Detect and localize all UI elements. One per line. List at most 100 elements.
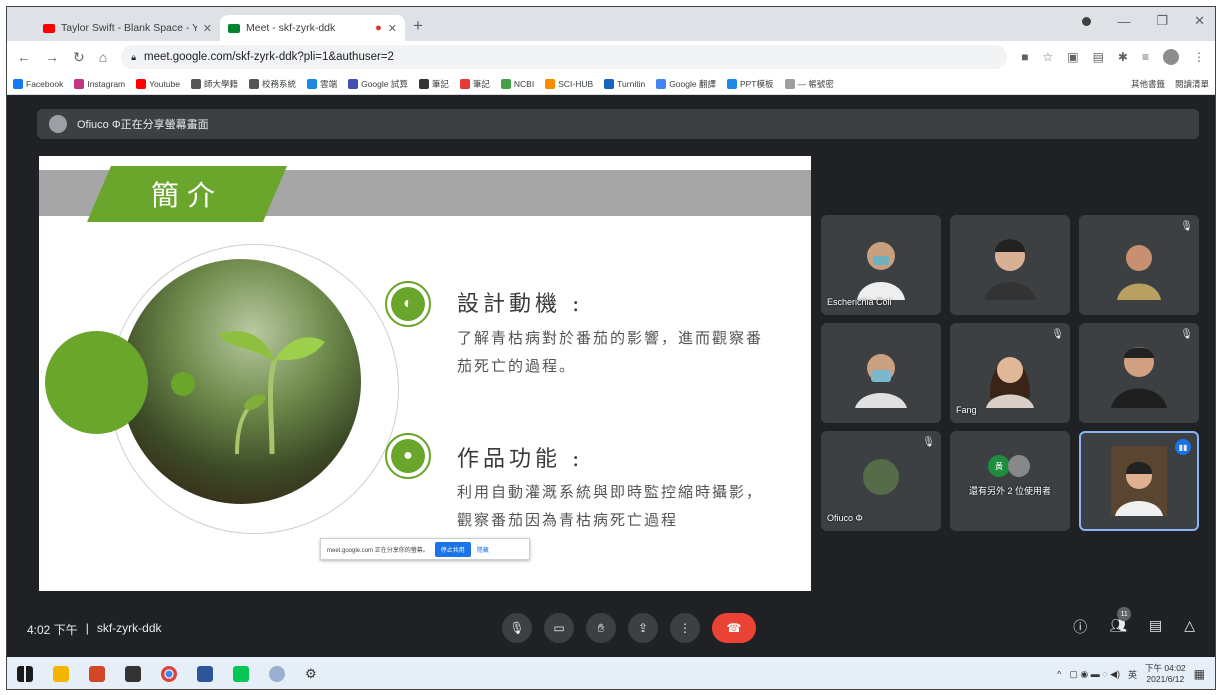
mic-off-icon: 🎙︎ xyxy=(1180,329,1193,340)
participant-avatar xyxy=(863,459,899,495)
participant-tile[interactable]: 黃 還有另外 2 位使用者 xyxy=(950,431,1070,531)
notification-icon[interactable]: ▦ xyxy=(1194,667,1205,681)
participant-tile[interactable]: 🎙︎ Fang xyxy=(950,323,1070,423)
bookmark-icon xyxy=(249,78,260,89)
close-window-button[interactable]: ✕ xyxy=(1194,13,1205,29)
file-explorer-icon[interactable] xyxy=(53,666,69,682)
address-bar: ← → ↻ ⌂ 🔒︎ meet.google.com/skf-zyrk-ddk?… xyxy=(7,41,1215,73)
tab-youtube[interactable]: Taylor Swift - Blank Space - Yo ✕ xyxy=(35,15,220,41)
profile-avatar[interactable] xyxy=(1163,49,1179,65)
chrome-icon[interactable] xyxy=(161,666,177,682)
extension-icon[interactable]: ▤ xyxy=(1093,50,1104,64)
bookmark-item[interactable]: Turnitin xyxy=(604,78,645,89)
bookmark-item[interactable]: 校務系統 xyxy=(249,78,296,90)
reading-list-icon[interactable]: ≡ xyxy=(1142,50,1149,64)
presenter-text: Ofiuco Φ正在分享螢幕畫面 xyxy=(77,119,209,131)
url-field[interactable]: 🔒︎ meet.google.com/skf-zyrk-ddk?pli=1&au… xyxy=(121,45,1008,69)
star-icon[interactable]: ☆ xyxy=(1042,50,1053,64)
bookmark-item[interactable]: PPT模板 xyxy=(726,78,774,90)
leave-call-button[interactable]: ☎︎ xyxy=(712,613,756,643)
paint-icon[interactable] xyxy=(269,666,285,682)
participant-tile-self[interactable]: ▮▮ xyxy=(1079,431,1199,531)
people-button[interactable]: 11 👥︎ xyxy=(1109,607,1132,637)
bookmark-label: 筆記 xyxy=(431,78,449,89)
screen-share-notice: meet.google.com 正在分享你的螢幕。 停止共用 隱藏 xyxy=(320,538,530,560)
bookmark-item[interactable]: NCBI xyxy=(500,78,534,89)
line-icon[interactable] xyxy=(233,666,249,682)
app-icon[interactable] xyxy=(125,666,141,682)
activities-icon[interactable]: △ xyxy=(1184,617,1195,637)
back-icon[interactable]: ← xyxy=(17,49,31,65)
bookmark-item[interactable]: 師大學籍 xyxy=(191,78,238,90)
reload-icon[interactable]: ↻ xyxy=(73,49,85,66)
bookmark-item[interactable]: — 帳號密 xyxy=(784,78,834,90)
bookmark-item[interactable]: 筆記 xyxy=(459,78,490,90)
new-tab-button[interactable]: + xyxy=(413,16,423,36)
record-icon[interactable] xyxy=(1082,16,1092,26)
bookmark-icon xyxy=(74,78,85,89)
word-icon[interactable] xyxy=(197,666,213,682)
bookmark-icon xyxy=(656,78,667,89)
bookmark-label: Youtube xyxy=(149,78,181,89)
bookmark-item[interactable]: 雲端 xyxy=(307,78,337,90)
settings-icon[interactable]: ⚙︎ xyxy=(305,666,321,682)
stop-sharing-button[interactable]: 停止共用 xyxy=(434,541,471,557)
close-icon[interactable]: ✕ xyxy=(388,22,397,35)
camera-button[interactable]: ▭ xyxy=(544,613,574,643)
info-icon[interactable]: ⓘ xyxy=(1073,617,1087,637)
section2-heading: 作品功能 : xyxy=(457,447,584,472)
lock-icon: 🔒︎ xyxy=(131,51,136,62)
participant-tile[interactable]: 🎙︎ xyxy=(1079,323,1199,423)
participant-video xyxy=(986,357,1034,408)
participant-tile[interactable]: Escherichia Coli xyxy=(821,215,941,315)
chevron-up-icon[interactable]: ^ xyxy=(1057,669,1061,679)
bookmark-label: — 帳號密 xyxy=(797,78,834,89)
extension-icon[interactable]: ▣ xyxy=(1067,50,1078,64)
raise-hand-button[interactable]: ✋︎ xyxy=(586,613,616,643)
powerpoint-icon[interactable] xyxy=(89,666,105,682)
bookmark-item[interactable]: Facebook xyxy=(13,78,63,89)
chat-icon[interactable]: ▤ xyxy=(1149,617,1162,637)
window-controls: — ❐ ✕ xyxy=(1082,13,1205,29)
clock[interactable]: 下午 04:02 2021/6/12 xyxy=(1145,663,1186,685)
bookmark-folder[interactable]: 其他書籤 xyxy=(1131,78,1165,90)
minimize-button[interactable]: — xyxy=(1117,14,1130,29)
ime-indicator[interactable]: 英 xyxy=(1128,668,1137,681)
forward-icon[interactable]: → xyxy=(45,49,59,65)
participant-name: Ofiuco Φ xyxy=(827,513,863,523)
bookmark-icon xyxy=(307,78,318,89)
hide-button[interactable]: 隱藏 xyxy=(477,545,489,554)
separator: | xyxy=(85,620,89,635)
participant-tile[interactable]: 🎙︎ Ofiuco Φ xyxy=(821,431,941,531)
microphone-button[interactable]: 🎙︎ xyxy=(502,613,532,643)
restore-button[interactable]: ❐ xyxy=(1156,13,1168,29)
bookmark-item[interactable]: Youtube xyxy=(136,78,181,89)
bookmark-icon xyxy=(136,78,147,89)
close-icon[interactable]: ✕ xyxy=(203,22,212,35)
bookmark-item[interactable]: 筆記 xyxy=(418,78,449,90)
lemon-icon: ◐ xyxy=(385,281,431,327)
more-options-button[interactable]: ⋮ xyxy=(670,613,700,643)
tab-meet[interactable]: Meet - skf-zyrk-ddk ● ✕ xyxy=(220,15,405,41)
puzzle-icon[interactable]: ✱ xyxy=(1118,50,1128,64)
bookmark-item[interactable]: Google 試算 xyxy=(348,78,408,90)
bookmark-item[interactable]: Instagram xyxy=(74,78,125,89)
bookmark-label: 校務系統 xyxy=(262,78,297,89)
participant-avatar: 黃 xyxy=(988,455,1010,477)
bookmark-item[interactable]: Google 翻譯 xyxy=(656,78,716,90)
bookmark-folder[interactable]: 閱讀清單 xyxy=(1175,78,1209,90)
camera-icon[interactable]: ■ xyxy=(1021,50,1028,64)
youtube-icon xyxy=(43,23,55,33)
menu-icon[interactable]: ⋮ xyxy=(1193,50,1205,64)
participant-tile[interactable] xyxy=(950,215,1070,315)
participant-tile[interactable]: 🎙︎ xyxy=(1079,215,1199,315)
bookmark-item[interactable]: SCI-HUB xyxy=(545,78,593,89)
participant-tile[interactable] xyxy=(821,323,941,423)
sprout-icon xyxy=(219,331,325,454)
mic-off-icon: 🎙︎ xyxy=(1051,329,1064,340)
home-icon[interactable]: ⌂ xyxy=(99,49,107,65)
present-button[interactable]: ⇪ xyxy=(628,613,658,643)
participant-video xyxy=(1111,347,1167,408)
system-tray: ^ ▢ ◉ ▬ ◌ ◀︎) 英 下午 04:02 2021/6/12 ▦ xyxy=(1057,663,1205,685)
windows-start-icon[interactable] xyxy=(17,666,33,682)
